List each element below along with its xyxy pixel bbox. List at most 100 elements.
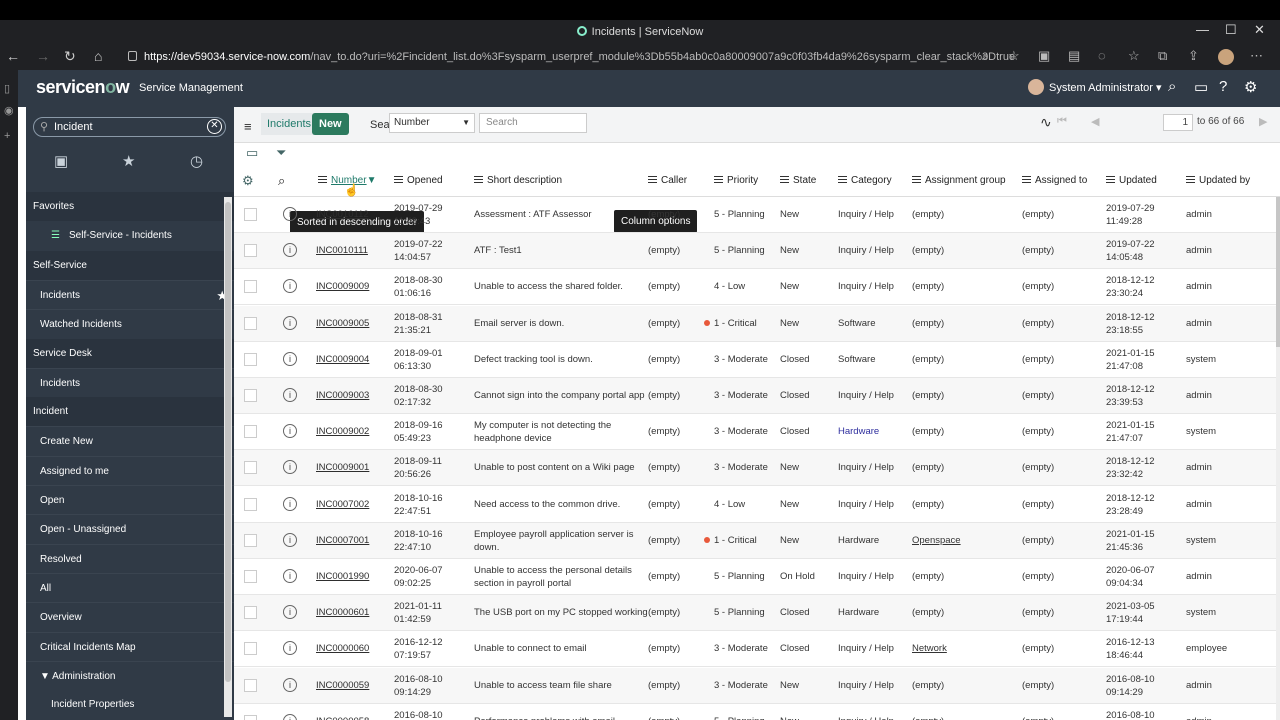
share-icon[interactable]: ⇪ xyxy=(1188,48,1199,64)
nav-item-incident-properties[interactable]: Incident Properties xyxy=(26,690,234,719)
column-menu-icon[interactable] xyxy=(318,176,327,183)
info-icon[interactable]: i xyxy=(283,605,297,620)
incident-number-link[interactable]: INC0009009 xyxy=(316,281,369,292)
activity-stream-icon[interactable]: ▭ xyxy=(246,145,258,161)
info-icon[interactable]: i xyxy=(283,315,297,330)
list-menu-icon[interactable]: ≡ xyxy=(244,119,252,134)
sort-descending-icon[interactable]: ▼ xyxy=(367,175,377,186)
nav-item-watched-incidents[interactable]: Watched Incidents xyxy=(26,309,234,339)
back-icon[interactable]: ← xyxy=(6,48,20,64)
assignment-group-cell[interactable]: Openspace xyxy=(912,535,961,546)
info-icon[interactable]: i xyxy=(283,460,297,475)
table-row[interactable]: i INC0000059 2016-08-10 09:14:29 Unable to a… xyxy=(234,667,1280,704)
first-page-icon[interactable]: ⏮ xyxy=(1057,115,1067,128)
personalize-list-icon[interactable]: ⚙ xyxy=(242,173,254,189)
incident-number-link[interactable]: INC0009001 xyxy=(316,462,369,473)
row-checkbox[interactable] xyxy=(244,352,257,366)
incident-number-link[interactable]: INC0007001 xyxy=(316,535,369,546)
info-icon[interactable]: i xyxy=(283,279,297,294)
table-row[interactable]: i INC0009002 2018-09-16 05:49:23 My computer… xyxy=(234,414,1280,451)
nav-item-overview[interactable]: Overview xyxy=(26,602,234,632)
nav-item-self-service-incidents[interactable]: ☰ Self-Service - Incidents xyxy=(26,221,234,250)
column-menu-icon[interactable] xyxy=(648,176,657,183)
column-menu-icon[interactable] xyxy=(1106,176,1115,183)
category-cell[interactable]: Hardware xyxy=(838,426,879,437)
incident-number-link[interactable]: INC0000058 xyxy=(316,716,369,720)
clear-filter-icon[interactable]: ✕ xyxy=(207,119,222,134)
column-header-opened[interactable]: Opened xyxy=(394,175,443,186)
incident-number-link[interactable]: INC0000060 xyxy=(316,643,369,654)
table-row[interactable]: i INC0000058 2016-08-10 Performance problem… xyxy=(234,704,1280,720)
zoom-icon[interactable]: ⌕ xyxy=(982,48,989,64)
table-row[interactable]: i INC0009009 2018-08-30 01:06:16 Unable to a… xyxy=(234,269,1280,306)
column-header-assignment-group[interactable]: Assignment group xyxy=(912,175,1006,186)
help-icon[interactable]: ? xyxy=(1219,78,1227,95)
extension-icon[interactable]: ▣ xyxy=(1038,48,1050,64)
navigator-filter[interactable]: ⚲ Incident ✕ xyxy=(33,117,226,137)
table-row[interactable]: i INC0009003 2018-08-30 02:17:32 Cannot sign… xyxy=(234,378,1280,414)
nav-item-resolved[interactable]: Resolved xyxy=(26,543,234,573)
nav-item-critical-incidents-map[interactable]: Critical Incidents Map xyxy=(26,631,234,661)
add-icon[interactable]: + xyxy=(4,130,10,142)
tracking-icon[interactable]: ☆ xyxy=(1008,48,1020,64)
info-icon[interactable]: i xyxy=(283,424,297,439)
column-header-short-description[interactable]: Short description xyxy=(474,175,562,186)
filter-toggle-icon[interactable]: ⏷ xyxy=(276,145,286,161)
incident-number-link[interactable]: INC0009004 xyxy=(316,354,369,365)
prev-page-icon[interactable]: ◀ xyxy=(1091,115,1099,128)
table-row[interactable]: i INC0010111 2019-07-22 14:04:57 ATF : Test1… xyxy=(234,233,1280,270)
page-input[interactable]: 1 xyxy=(1163,114,1193,131)
table-row[interactable]: i INC0000601 2021-01-11 01:42:59 The USB por… xyxy=(234,595,1280,632)
column-header-caller[interactable]: Caller xyxy=(648,175,687,186)
column-header-assigned-to[interactable]: Assigned to xyxy=(1022,175,1087,186)
nav-item-incident[interactable]: Incident xyxy=(26,397,234,427)
navigator-scrollbar[interactable] xyxy=(224,197,232,717)
info-icon[interactable]: i xyxy=(283,351,297,366)
column-header-updated[interactable]: Updated xyxy=(1106,175,1157,186)
table-row[interactable]: i INC0007001 2018-10-16 22:47:10 Employee pa… xyxy=(234,522,1280,559)
search-column-icon[interactable]: ⌕ xyxy=(278,173,285,189)
incident-number-link[interactable]: INC0010112 xyxy=(316,209,369,220)
history-tab-icon[interactable]: ◷ xyxy=(190,152,203,170)
column-menu-icon[interactable] xyxy=(1022,176,1031,183)
table-row[interactable]: i INC0009005 2018-08-31 21:35:21 Email serve… xyxy=(234,305,1280,342)
incident-number-link[interactable]: INC0009003 xyxy=(316,390,369,401)
row-checkbox[interactable] xyxy=(244,425,257,439)
reader-icon[interactable]: ▤ xyxy=(1068,48,1080,64)
column-header-state[interactable]: State xyxy=(780,175,816,186)
column-menu-icon[interactable] xyxy=(394,176,403,183)
servicenow-logo[interactable]: servicenow xyxy=(36,77,130,98)
incident-number-link[interactable]: INC0000601 xyxy=(316,607,369,618)
info-icon[interactable]: i xyxy=(283,569,297,583)
info-icon[interactable]: i xyxy=(283,641,297,656)
list-scrollbar[interactable] xyxy=(1276,197,1280,720)
table-row[interactable]: i INC0010112 2019-07-29 11:48:43 Assessment … xyxy=(234,197,1280,233)
row-checkbox[interactable] xyxy=(244,244,257,258)
new-button[interactable]: New xyxy=(312,113,349,135)
collections-icon[interactable]: ⧉ xyxy=(1158,48,1167,64)
nav-item-create-new[interactable]: Create New xyxy=(26,426,234,456)
column-menu-icon[interactable] xyxy=(714,176,723,183)
column-menu-icon[interactable] xyxy=(912,176,921,183)
incident-number-link[interactable]: INC0000059 xyxy=(316,680,369,691)
table-row[interactable]: i INC0009004 2018-09-01 06:13:30 Defect trac… xyxy=(234,342,1280,378)
nav-item-self-service[interactable]: Self-Service xyxy=(26,250,234,280)
row-checkbox[interactable] xyxy=(244,714,257,720)
nav-item-open-unassigned[interactable]: Open - Unassigned xyxy=(26,514,234,544)
info-icon[interactable]: i xyxy=(283,496,297,511)
next-page-icon[interactable]: ▶ xyxy=(1259,115,1267,128)
maximize-icon[interactable]: ☐ xyxy=(1225,22,1237,38)
column-menu-icon[interactable] xyxy=(780,176,789,183)
nav-item-administration[interactable]: ▼ Administration xyxy=(26,660,234,690)
activity-icon[interactable]: ∿ xyxy=(1040,114,1052,131)
refresh-ext-icon[interactable]: ◌ xyxy=(1098,48,1106,63)
row-checkbox[interactable] xyxy=(244,461,257,475)
row-checkbox[interactable] xyxy=(244,642,257,656)
column-header-category[interactable]: Category xyxy=(838,175,892,186)
info-icon[interactable]: i xyxy=(283,207,297,221)
global-search-icon[interactable]: ⌕ xyxy=(1168,78,1176,95)
all-apps-tab-icon[interactable]: ▣ xyxy=(54,152,68,170)
forward-icon[interactable]: → xyxy=(36,48,50,64)
info-icon[interactable]: i xyxy=(283,532,297,547)
close-window-icon[interactable]: ✕ xyxy=(1254,22,1265,38)
